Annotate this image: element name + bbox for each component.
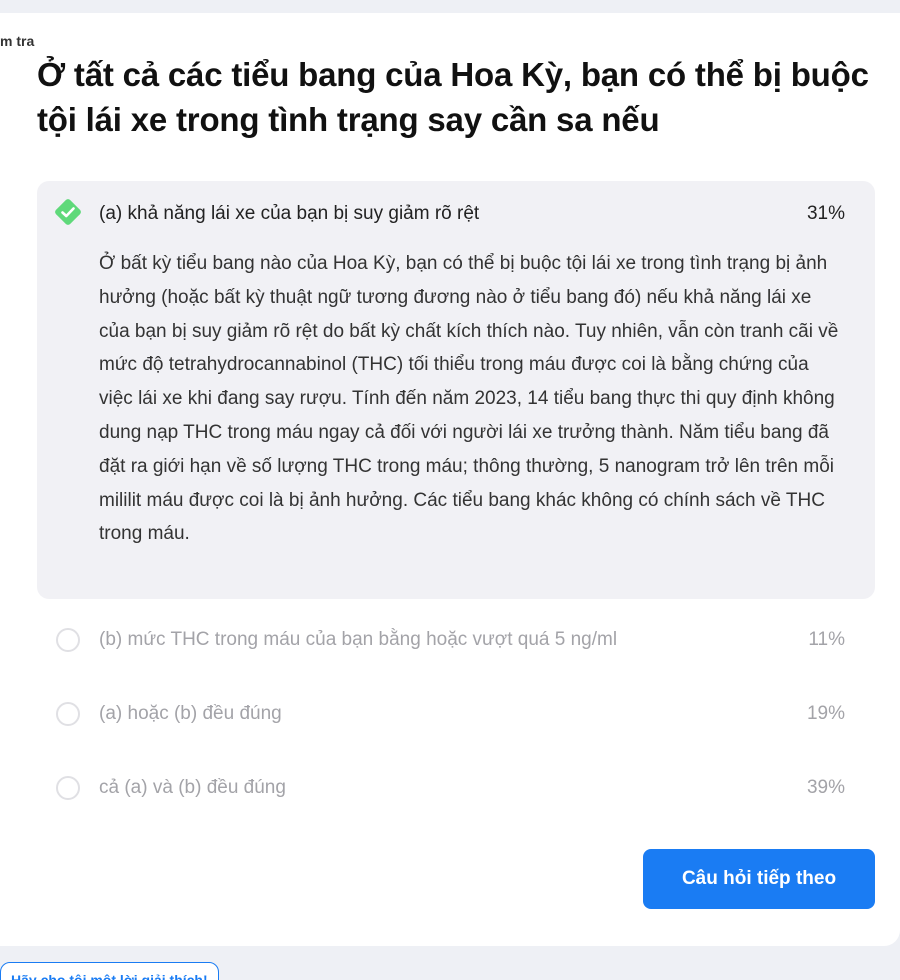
answer-percent: 31%	[806, 203, 845, 224]
check-badge-icon	[55, 199, 81, 225]
next-question-button[interactable]: Câu hỏi tiếp theo	[643, 849, 875, 909]
answer-option-a-or-b[interactable]: (a) hoặc (b) đều đúng 19%	[37, 690, 875, 740]
answer-percent: 19%	[806, 703, 845, 724]
quiz-page: m tra Ở tất cả các tiểu bang của Hoa Kỳ,…	[0, 0, 900, 980]
question-title: Ở tất cả các tiểu bang của Hoa Kỳ, bạn c…	[37, 56, 869, 138]
answer-option-a-and-b[interactable]: cả (a) và (b) đều đúng 39%	[37, 764, 875, 814]
radio-circle-icon	[56, 776, 80, 800]
answer-option-a-selected[interactable]: (a) khả năng lái xe của bạn bị suy giảm …	[37, 181, 875, 599]
answer-percent: 11%	[808, 629, 845, 650]
answer-percent: 39%	[806, 777, 845, 798]
answer-option-b[interactable]: (b) mức THC trong máu của bạn bằng hoặc …	[37, 616, 875, 666]
answer-label: (a) khả năng lái xe của bạn bị suy giảm …	[99, 203, 480, 224]
answer-label: (b) mức THC trong máu của bạn bằng hoặc …	[99, 629, 618, 650]
explain-button[interactable]: Hãy cho tôi một lời giải thích!	[0, 962, 219, 980]
radio-circle-icon	[56, 702, 80, 726]
answer-label: (a) hoặc (b) đều đúng	[99, 703, 282, 724]
answer-explanation: Ở bất kỳ tiểu bang nào của Hoa Kỳ, bạn c…	[99, 253, 839, 545]
answer-label: cả (a) và (b) đều đúng	[99, 777, 286, 798]
section-tag: m tra	[0, 33, 35, 49]
radio-circle-icon	[56, 628, 80, 652]
